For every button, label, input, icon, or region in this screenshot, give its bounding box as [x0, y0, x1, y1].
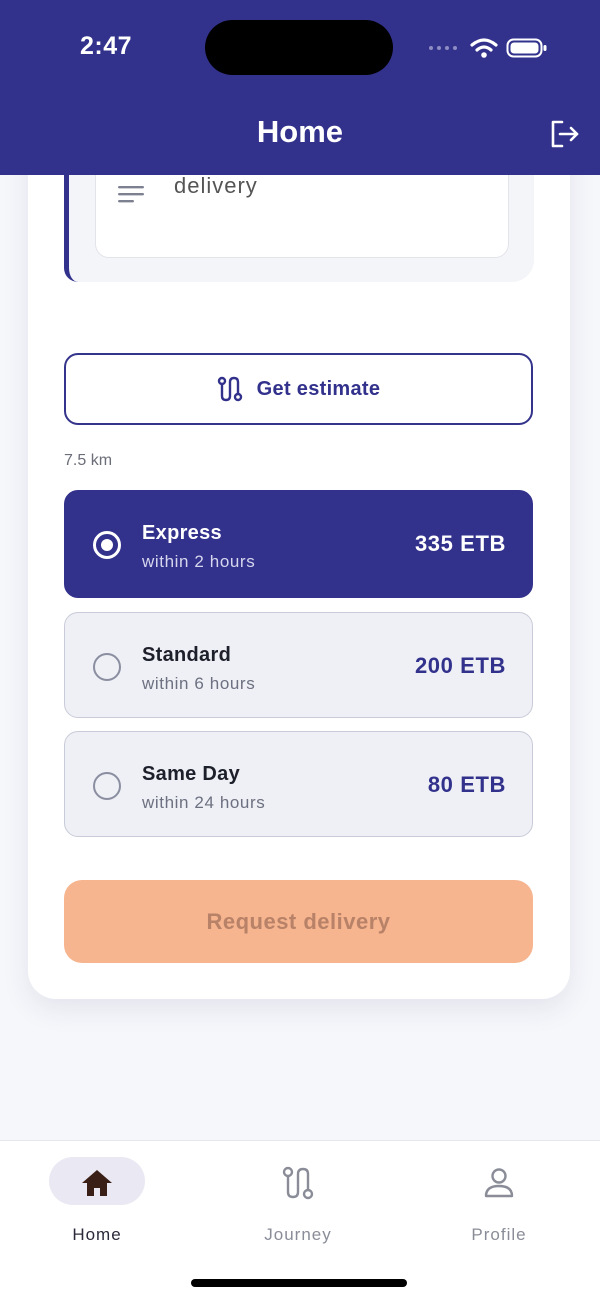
option-express[interactable]: Express within 2 hours 335 ETB	[64, 490, 533, 598]
option-price: 200 ETB	[414, 653, 506, 678]
route-icon	[282, 1166, 314, 1200]
home-icon	[82, 1170, 112, 1196]
request-delivery-button[interactable]: Request delivery	[64, 880, 533, 963]
app-header: 2:47 Home	[0, 0, 600, 175]
request-delivery-label: Request delivery	[206, 908, 391, 934]
logout-button[interactable]	[548, 118, 580, 150]
nav-label: Journey	[264, 1225, 332, 1244]
distance-text: 7.5 km	[64, 452, 113, 469]
status-time: 2:47	[80, 32, 133, 60]
wifi-icon	[470, 38, 498, 58]
nav-journey[interactable]: Journey	[228, 1157, 368, 1244]
get-estimate-button[interactable]: Get estimate	[64, 353, 533, 425]
option-eta: within 6 hours	[142, 674, 256, 693]
notes-icon	[118, 186, 144, 203]
signal-icon	[429, 46, 457, 50]
option-price: 335 ETB	[414, 531, 506, 556]
radio-unselected[interactable]	[93, 772, 121, 800]
battery-icon	[506, 38, 547, 58]
get-estimate-label: Get estimate	[256, 377, 381, 400]
option-name: Same Day	[142, 763, 241, 785]
option-eta: within 2 hours	[142, 552, 256, 571]
logout-icon	[551, 120, 579, 148]
dynamic-island	[205, 20, 393, 75]
status-icons	[428, 36, 548, 60]
user-icon	[484, 1168, 514, 1198]
option-same-day[interactable]: Same Day within 24 hours 80 ETB	[64, 731, 533, 837]
nav-label: Profile	[471, 1225, 527, 1244]
nav-label: Home	[72, 1225, 122, 1244]
radio-selected[interactable]	[93, 531, 121, 559]
route-icon	[217, 376, 242, 402]
description-value: delivery	[174, 173, 258, 198]
option-price: 80 ETB	[427, 772, 506, 797]
bottom-nav: Home Journey Profile	[0, 1140, 600, 1299]
home-indicator	[191, 1279, 407, 1287]
option-standard[interactable]: Standard within 6 hours 200 ETB	[64, 612, 533, 718]
nav-profile[interactable]: Profile	[429, 1157, 569, 1244]
radio-unselected[interactable]	[93, 653, 121, 681]
option-name: Standard	[142, 644, 232, 666]
option-name: Express	[142, 522, 222, 544]
page-title: Home	[256, 114, 344, 149]
nav-home[interactable]: Home	[27, 1157, 167, 1244]
option-eta: within 24 hours	[142, 793, 266, 812]
